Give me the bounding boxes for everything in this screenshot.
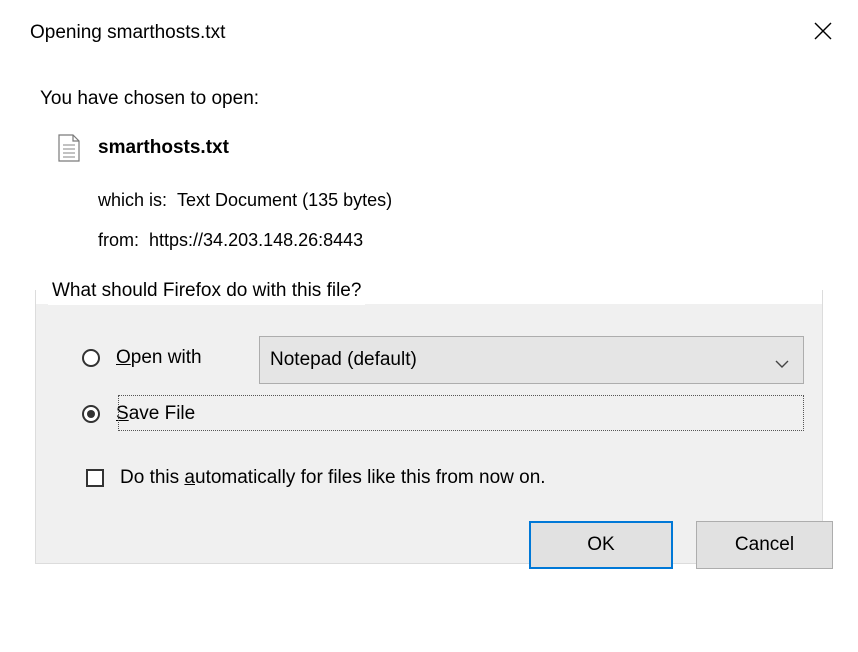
file-source-value: https://34.203.148.26:8443 bbox=[149, 230, 364, 250]
save-file-focus-ring bbox=[118, 395, 804, 431]
open-with-option[interactable]: Open with bbox=[82, 347, 202, 369]
application-select-value: Notepad (default) bbox=[270, 349, 417, 370]
dialog-title: Opening smarthosts.txt bbox=[30, 22, 226, 43]
auto-action-checkbox[interactable] bbox=[86, 469, 104, 487]
file-name: smarthosts.txt bbox=[98, 137, 229, 158]
auto-action-option[interactable]: Do this automatically for files like thi… bbox=[86, 467, 546, 489]
ok-button[interactable]: OK bbox=[529, 521, 673, 569]
open-with-radio[interactable] bbox=[82, 349, 100, 367]
auto-action-label-before: Do this bbox=[120, 467, 185, 488]
from-label: from: bbox=[98, 230, 140, 250]
download-dialog: Opening smarthosts.txt You have chosen t… bbox=[0, 0, 858, 652]
file-type-row: which is: Text Document (135 bytes) bbox=[98, 190, 392, 211]
auto-action-mnemonic: a bbox=[184, 467, 195, 488]
auto-action-label[interactable]: Do this automatically for files like thi… bbox=[120, 467, 546, 489]
save-file-radio[interactable] bbox=[82, 405, 100, 423]
title-bar: Opening smarthosts.txt bbox=[0, 0, 858, 66]
chevron-down-icon bbox=[775, 353, 789, 375]
file-source-row: from: https://34.203.148.26:8443 bbox=[98, 230, 363, 251]
open-with-label-rest: pen with bbox=[130, 347, 202, 368]
close-icon bbox=[814, 22, 832, 45]
which-is-label: which is: bbox=[98, 190, 168, 210]
close-button[interactable] bbox=[788, 0, 858, 66]
intro-text: You have chosen to open: bbox=[40, 88, 260, 109]
cancel-button[interactable]: Cancel bbox=[696, 521, 833, 569]
open-with-label[interactable]: Open with bbox=[116, 347, 202, 369]
file-row: smarthosts.txt bbox=[58, 134, 229, 162]
file-type-value: Text Document (135 bytes) bbox=[177, 190, 393, 210]
groupbox-legend: What should Firefox do with this file? bbox=[48, 277, 366, 305]
text-file-icon bbox=[58, 134, 80, 162]
open-with-mnemonic: O bbox=[116, 347, 131, 368]
application-select[interactable]: Notepad (default) bbox=[259, 336, 804, 384]
auto-action-label-after: utomatically for files like this from no… bbox=[195, 467, 546, 488]
